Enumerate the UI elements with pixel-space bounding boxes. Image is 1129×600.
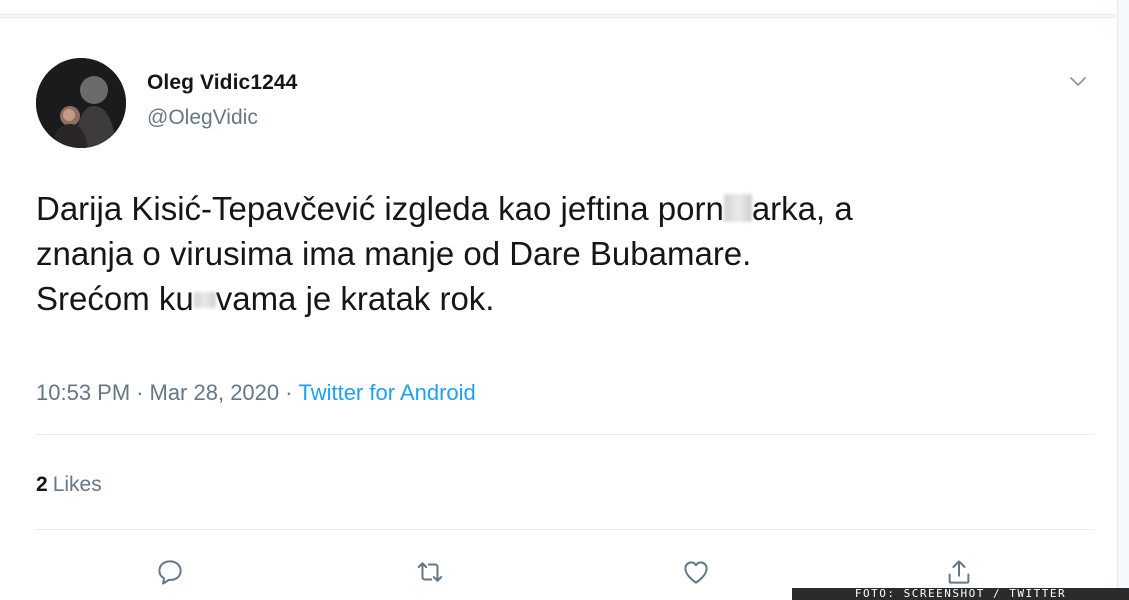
divider (36, 529, 1094, 530)
tweet-text-segment: vama je kratak rok. (215, 280, 495, 317)
tweet-metadata: 10:53 PM · Mar 28, 2020 · Twitter for Androi… (36, 380, 476, 406)
tweet-text-segment: Srećom ku (36, 280, 194, 317)
divider (36, 434, 1094, 435)
share-button[interactable] (941, 554, 977, 590)
likes-label: Likes (52, 473, 102, 496)
retweet-icon (417, 562, 443, 582)
tweet-text-line-3: Srećom ku vama je kratak rok. (36, 276, 1096, 321)
tweet-card: Oleg Vidic1244 @OlegVidic Darija Kisić-T… (0, 17, 1118, 600)
like-button[interactable] (678, 554, 714, 590)
censor-blur (193, 292, 216, 309)
share-icon (948, 560, 970, 584)
tweet-text-segment: arka, a (751, 190, 853, 227)
user-handle[interactable]: @OlegVidic (147, 106, 258, 130)
meta-separator: · (285, 380, 293, 405)
likes-number: 2 (36, 473, 48, 496)
tweet-text-segment: Darija Kisić-Tepavčević izgleda kao jeft… (36, 190, 724, 227)
retweet-button[interactable] (412, 554, 448, 590)
previous-tweet-card-edge (0, 0, 1118, 15)
reply-button[interactable] (152, 554, 188, 590)
display-name[interactable]: Oleg Vidic1244 (147, 71, 297, 95)
tweet-source-link[interactable]: Twitter for Android (298, 380, 475, 405)
avatar-photo (36, 58, 126, 148)
meta-separator: · (136, 380, 144, 405)
tweet-text: Darija Kisić-Tepavčević izgleda kao jeft… (36, 186, 1096, 321)
chevron-down-icon[interactable] (1066, 69, 1090, 93)
tweet-text-line-2: znanja o virusima ima manje od Dare Buba… (36, 235, 752, 272)
avatar[interactable] (36, 58, 126, 148)
screenshot-page: Oleg Vidic1244 @OlegVidic Darija Kisić-T… (0, 0, 1129, 600)
heart-icon (684, 561, 708, 584)
censor-blur (723, 194, 752, 223)
tweet-text-line-1: Darija Kisić-Tepavčević izgleda kao jeft… (36, 186, 1096, 231)
likes-count[interactable]: 2 Likes (36, 473, 102, 497)
tweet-time[interactable]: 10:53 PM (36, 380, 130, 405)
reply-icon (158, 560, 182, 585)
photo-credit-watermark: FOTO: SCREENSHOT / TWITTER (792, 588, 1129, 600)
tweet-date[interactable]: Mar 28, 2020 (150, 380, 280, 405)
